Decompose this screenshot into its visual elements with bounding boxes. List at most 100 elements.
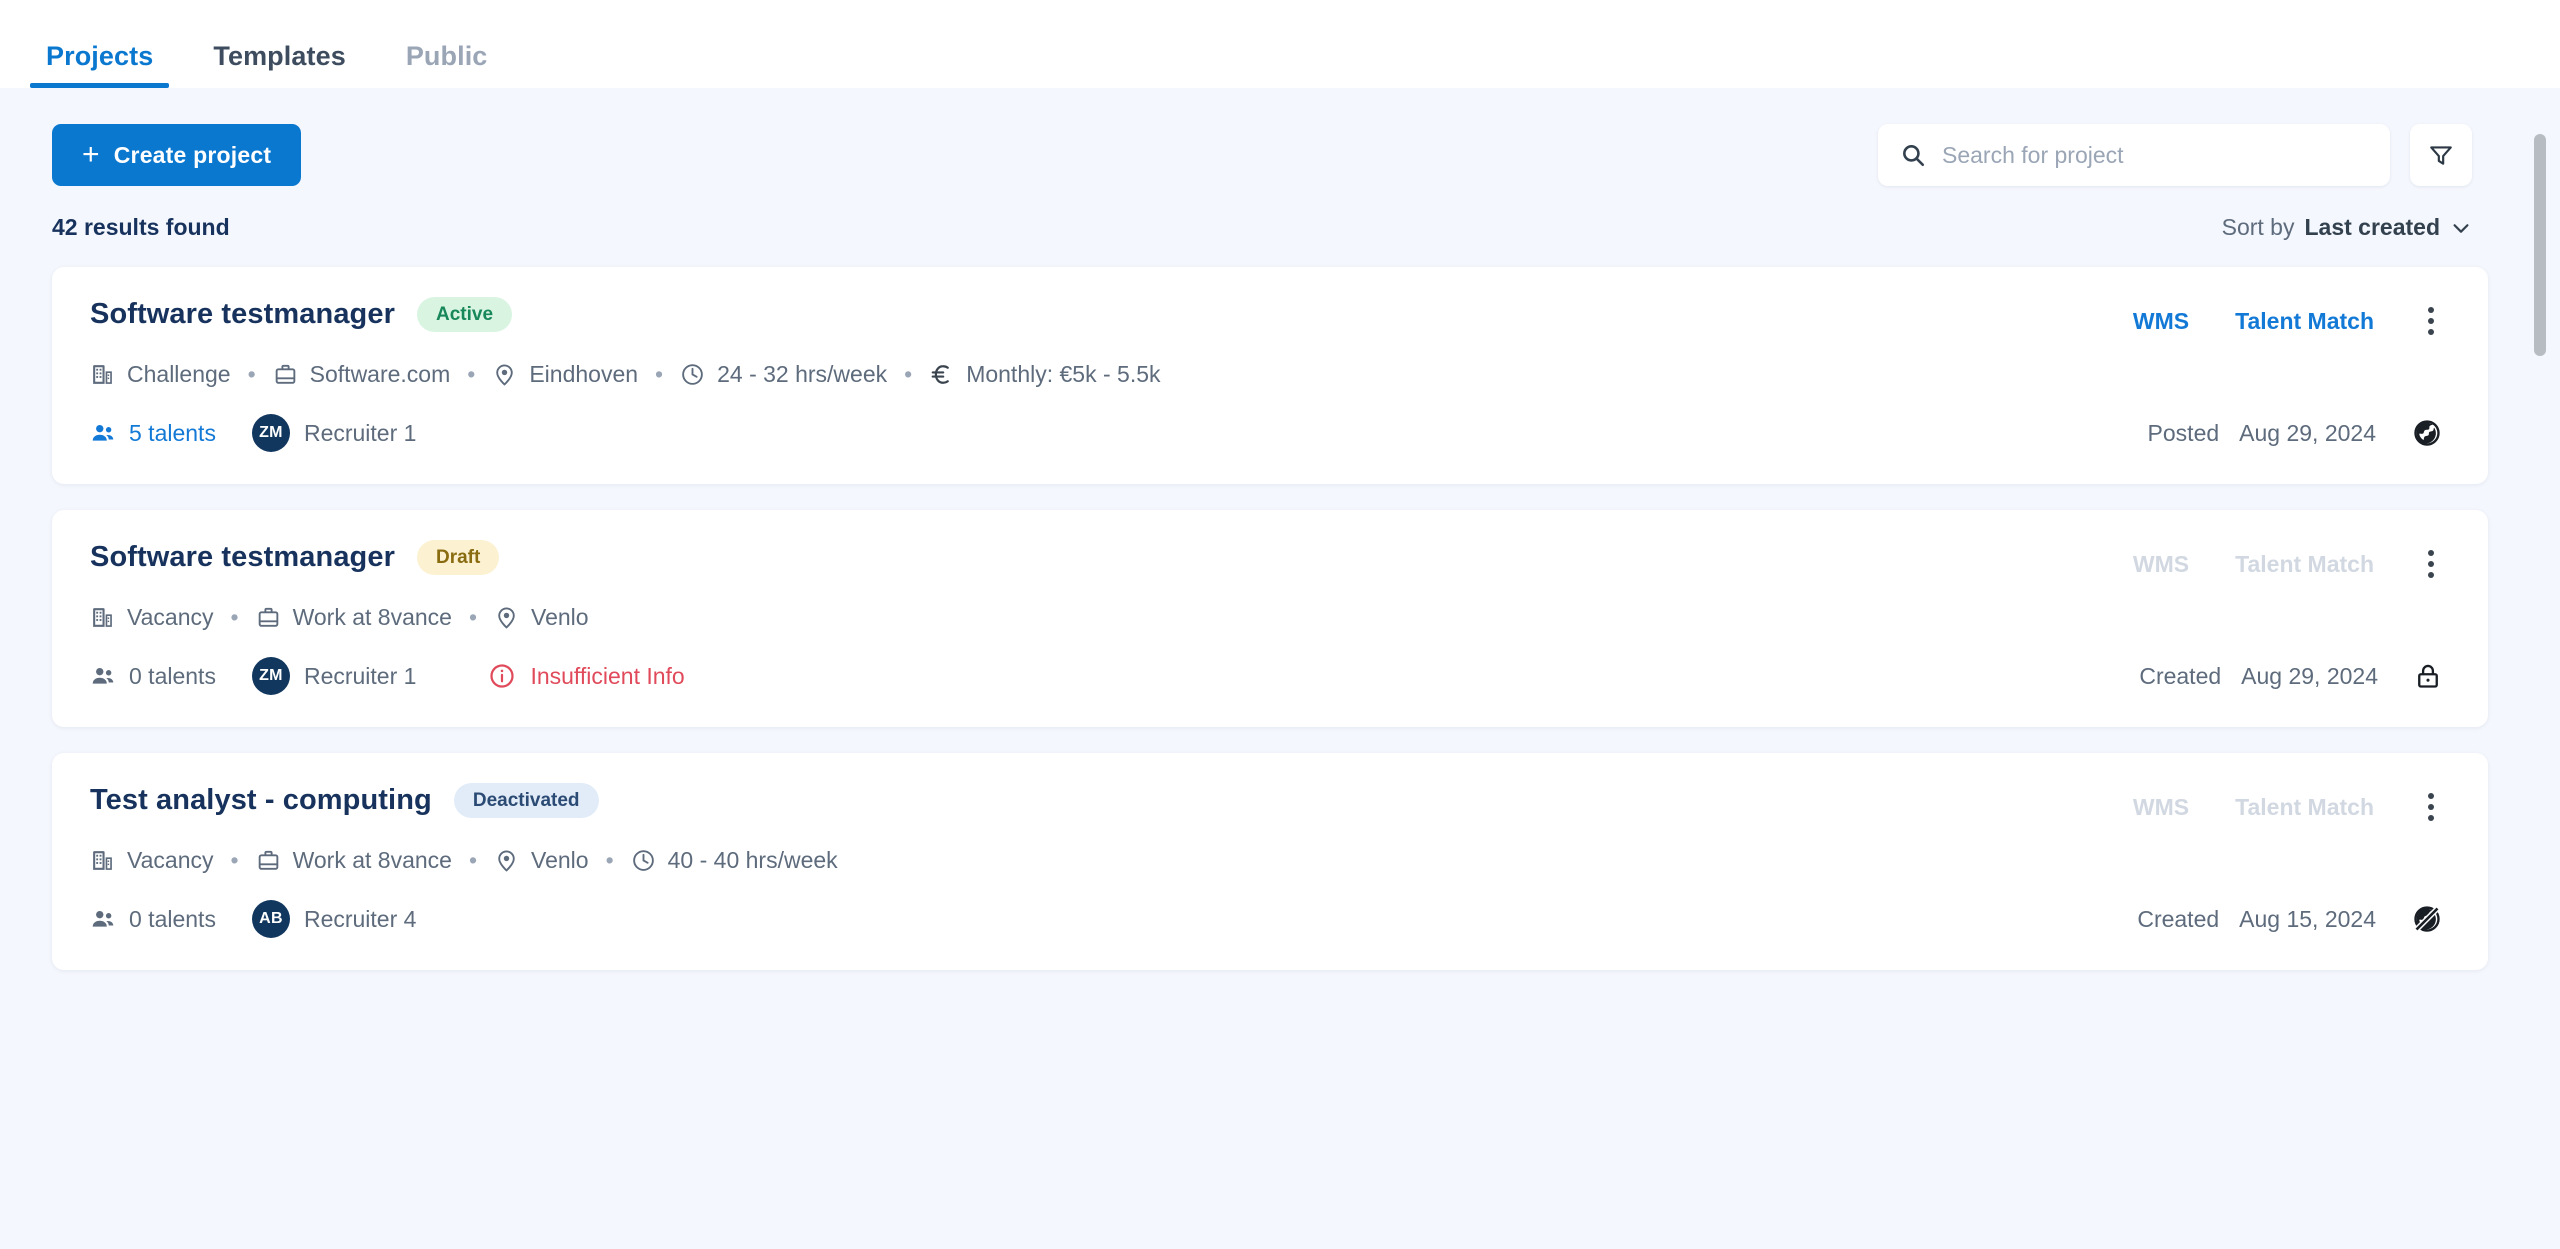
date-value: Aug 29, 2024 [2241,662,2378,689]
scrollbar-thumb[interactable] [2534,134,2546,356]
talents-link[interactable]: 5 talents [90,420,216,447]
location-icon [496,364,514,386]
meta-location: Venlo [494,847,589,874]
card-footer: 5 talents ZM Recruiter 1 Posted Aug 29, … [90,414,2442,452]
date-label: Created [2137,905,2220,932]
card-footer-left: 5 talents ZM Recruiter 1 [90,414,416,452]
avatar: ZM [251,414,290,452]
avatar: AB [251,900,290,938]
wms-link: WMS [2132,793,2190,820]
date-label: Posted [2147,419,2220,446]
date-label: Created [2139,662,2222,689]
building-icon [93,851,112,870]
card-meta-row: Vacancy • Work at 8vance • [90,847,2442,874]
search-icon [1903,145,1925,167]
tab-templates[interactable]: Templates [183,43,375,88]
projects-page: Projects Templates Public + Create proje… [0,0,2560,1249]
meta-company: Work at 8vance [256,604,452,631]
tab-public[interactable]: Public [376,43,518,88]
briefcase-icon [258,850,278,870]
card-footer-left: 0 talents AB Recruiter 4 [90,900,416,938]
tab-templates-label: Templates [213,41,346,71]
search-input[interactable] [1942,141,2368,169]
meta-label: Venlo [531,847,589,873]
search-box[interactable] [1878,124,2390,186]
meta-separator: • [230,604,239,630]
location-icon [498,850,515,872]
building-icon [93,608,112,627]
project-card[interactable]: Test analyst - computing Deactivated WMS… [52,753,2488,970]
wms-link[interactable]: WMS [2133,308,2189,335]
meta-separator: • [247,361,256,387]
meta-label: 40 - 40 hrs/week [667,847,838,873]
create-project-label: Create project [113,141,272,168]
meta-location: Eindhoven [492,361,638,388]
avatar: ZM [251,657,290,695]
more-options-icon[interactable] [2420,789,2442,825]
chevron-down-icon [2453,223,2469,233]
insufficient-info-warning[interactable]: Insufficient Info [488,662,685,690]
more-options-icon[interactable] [2420,546,2442,582]
results-row: 42 results found Sort by Last created [0,186,2560,241]
meta-separator: • [468,604,478,630]
meta-separator: • [468,847,478,873]
meta-project-type: Vacancy [90,847,214,874]
card-footer-right: Created Aug 29, 2024 [2139,662,2442,690]
meta-company: Work at 8vance [256,847,452,874]
create-project-button[interactable]: + Create project [52,124,302,186]
recruiter-name: Recruiter 4 [303,905,417,932]
clock-icon [682,364,703,385]
date-value: Aug 15, 2024 [2239,905,2376,932]
meta-label: Software.com [309,361,451,387]
card-header: Software testmanager Draft WMS Talent Ma… [90,540,2442,582]
meta-project-type: Challenge [90,361,231,388]
meta-hours: 24 - 32 hrs/week [680,361,887,388]
card-actions: WMS Talent Match [2133,783,2442,825]
building-icon [93,365,112,384]
toolbar: + Create project [0,88,2560,186]
card-actions: WMS Talent Match [2133,540,2442,582]
tab-projects[interactable]: Projects [16,43,183,88]
project-card[interactable]: Software testmanager Draft WMS Talent Ma… [52,510,2488,727]
talents-link: 0 talents [90,906,216,933]
talent-match-link: Talent Match [2235,793,2374,820]
euro-icon [931,365,950,384]
recruiter: ZM Recruiter 1 [251,657,416,695]
filter-icon [2430,146,2452,165]
status-badge: Draft [417,540,500,575]
globe-icon [2414,420,2440,446]
talent-match-link: Talent Match [2235,550,2374,577]
people-icon [92,910,114,927]
card-header: Software testmanager Active WMS Talent M… [90,297,2442,339]
tab-public-label: Public [405,41,488,71]
visibility-icon-wrap[interactable] [2414,662,2442,690]
people-icon [92,667,114,684]
status-badge: Deactivated [453,783,599,818]
tab-projects-label: Projects [46,41,154,71]
visibility-icon-wrap[interactable] [2412,904,2442,934]
results-count: 42 results found [52,214,230,240]
talents-link: 0 talents [90,663,216,690]
recruiter: ZM Recruiter 1 [251,414,416,452]
plus-icon: + [82,138,100,171]
card-title-group: Software testmanager Draft [90,540,500,575]
project-title: Software testmanager [90,541,395,573]
card-footer: 0 talents AB Recruiter 4 Created Aug 15,… [90,900,2442,938]
talent-match-link[interactable]: Talent Match [2235,308,2374,335]
meta-separator: • [230,847,239,873]
meta-label: Work at 8vance [292,847,452,873]
card-header: Test analyst - computing Deactivated WMS… [90,783,2442,825]
briefcase-icon [275,364,295,384]
filter-button[interactable] [2410,124,2472,186]
talents-label: 5 talents [129,419,216,446]
sort-control[interactable]: Sort by Last created [2222,214,2472,241]
meta-separator: • [467,361,476,387]
info-circle-icon [490,664,515,688]
meta-company: Software.com [273,361,451,388]
project-card[interactable]: Software testmanager Active WMS Talent M… [52,267,2488,484]
meta-label: Venlo [531,604,589,630]
card-meta-row: Vacancy • Work at 8vance • [90,604,2442,631]
visibility-icon-wrap[interactable] [2412,418,2442,448]
more-options-icon[interactable] [2420,303,2442,339]
meta-label: Challenge [127,361,231,387]
